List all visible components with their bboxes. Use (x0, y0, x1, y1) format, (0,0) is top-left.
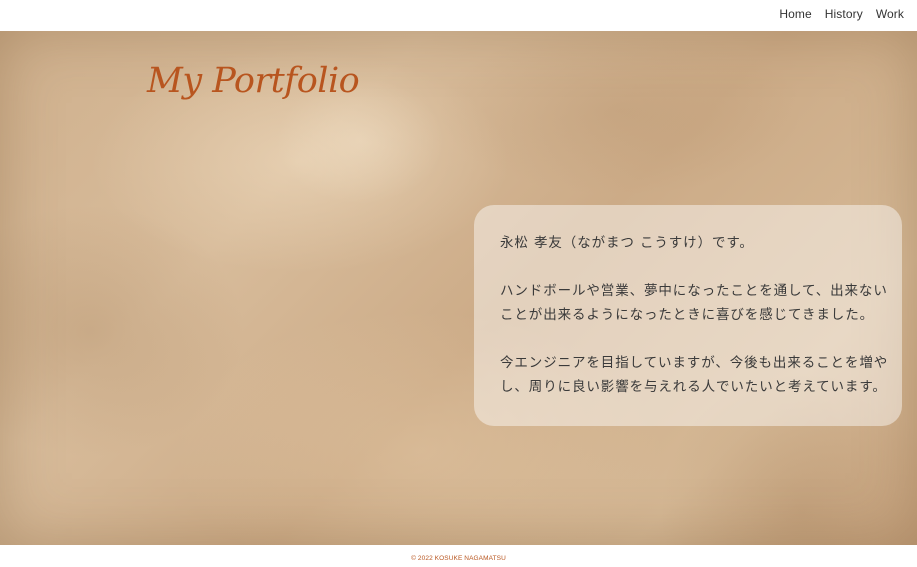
nav-home-link[interactable]: Home (779, 6, 811, 22)
intro-line: 永松 孝友（ながまつ こうすけ）です。 (500, 235, 754, 251)
nav-history-link[interactable]: History (825, 6, 863, 22)
intro-paragraph-passion: ハンドボールや営業、夢中になったことを通して、出来ない ことが出来るようになった… (500, 279, 887, 327)
nav-work-link[interactable]: Work (876, 6, 904, 22)
intro-paragraph-name: 永松 孝友（ながまつ こうすけ）です。 (500, 231, 882, 255)
intro-line: し、周りに良い影響を与えれる人でいたいと考えています。 (500, 379, 887, 395)
intro-line: ことが出来るようになったときに喜びを感じてきました。 (500, 307, 874, 323)
page: Home History Work My Portfolio 永松 孝友（ながま… (0, 0, 917, 567)
hero-section: My Portfolio 永松 孝友（ながまつ こうすけ）です。 ハンドボールや… (0, 31, 917, 545)
intro-card: 永松 孝友（ながまつ こうすけ）です。 ハンドボールや営業、夢中になったことを通… (474, 205, 902, 426)
site-footer: © 2022 KOSUKE NAGAMATSU (0, 545, 917, 567)
main-nav: Home History Work (779, 6, 904, 22)
page-title: My Portfolio (147, 61, 360, 101)
intro-paragraph-goal: 今エンジニアを目指していますが、今後も出来ることを増や し、周りに良い影響を与え… (500, 351, 887, 399)
intro-line: 今エンジニアを目指していますが、今後も出来ることを増や (500, 355, 889, 371)
copyright-text: © 2022 KOSUKE NAGAMATSU (411, 555, 506, 562)
site-header: Home History Work (0, 0, 917, 31)
intro-line: ハンドボールや営業、夢中になったことを通して、出来ない (500, 283, 888, 299)
